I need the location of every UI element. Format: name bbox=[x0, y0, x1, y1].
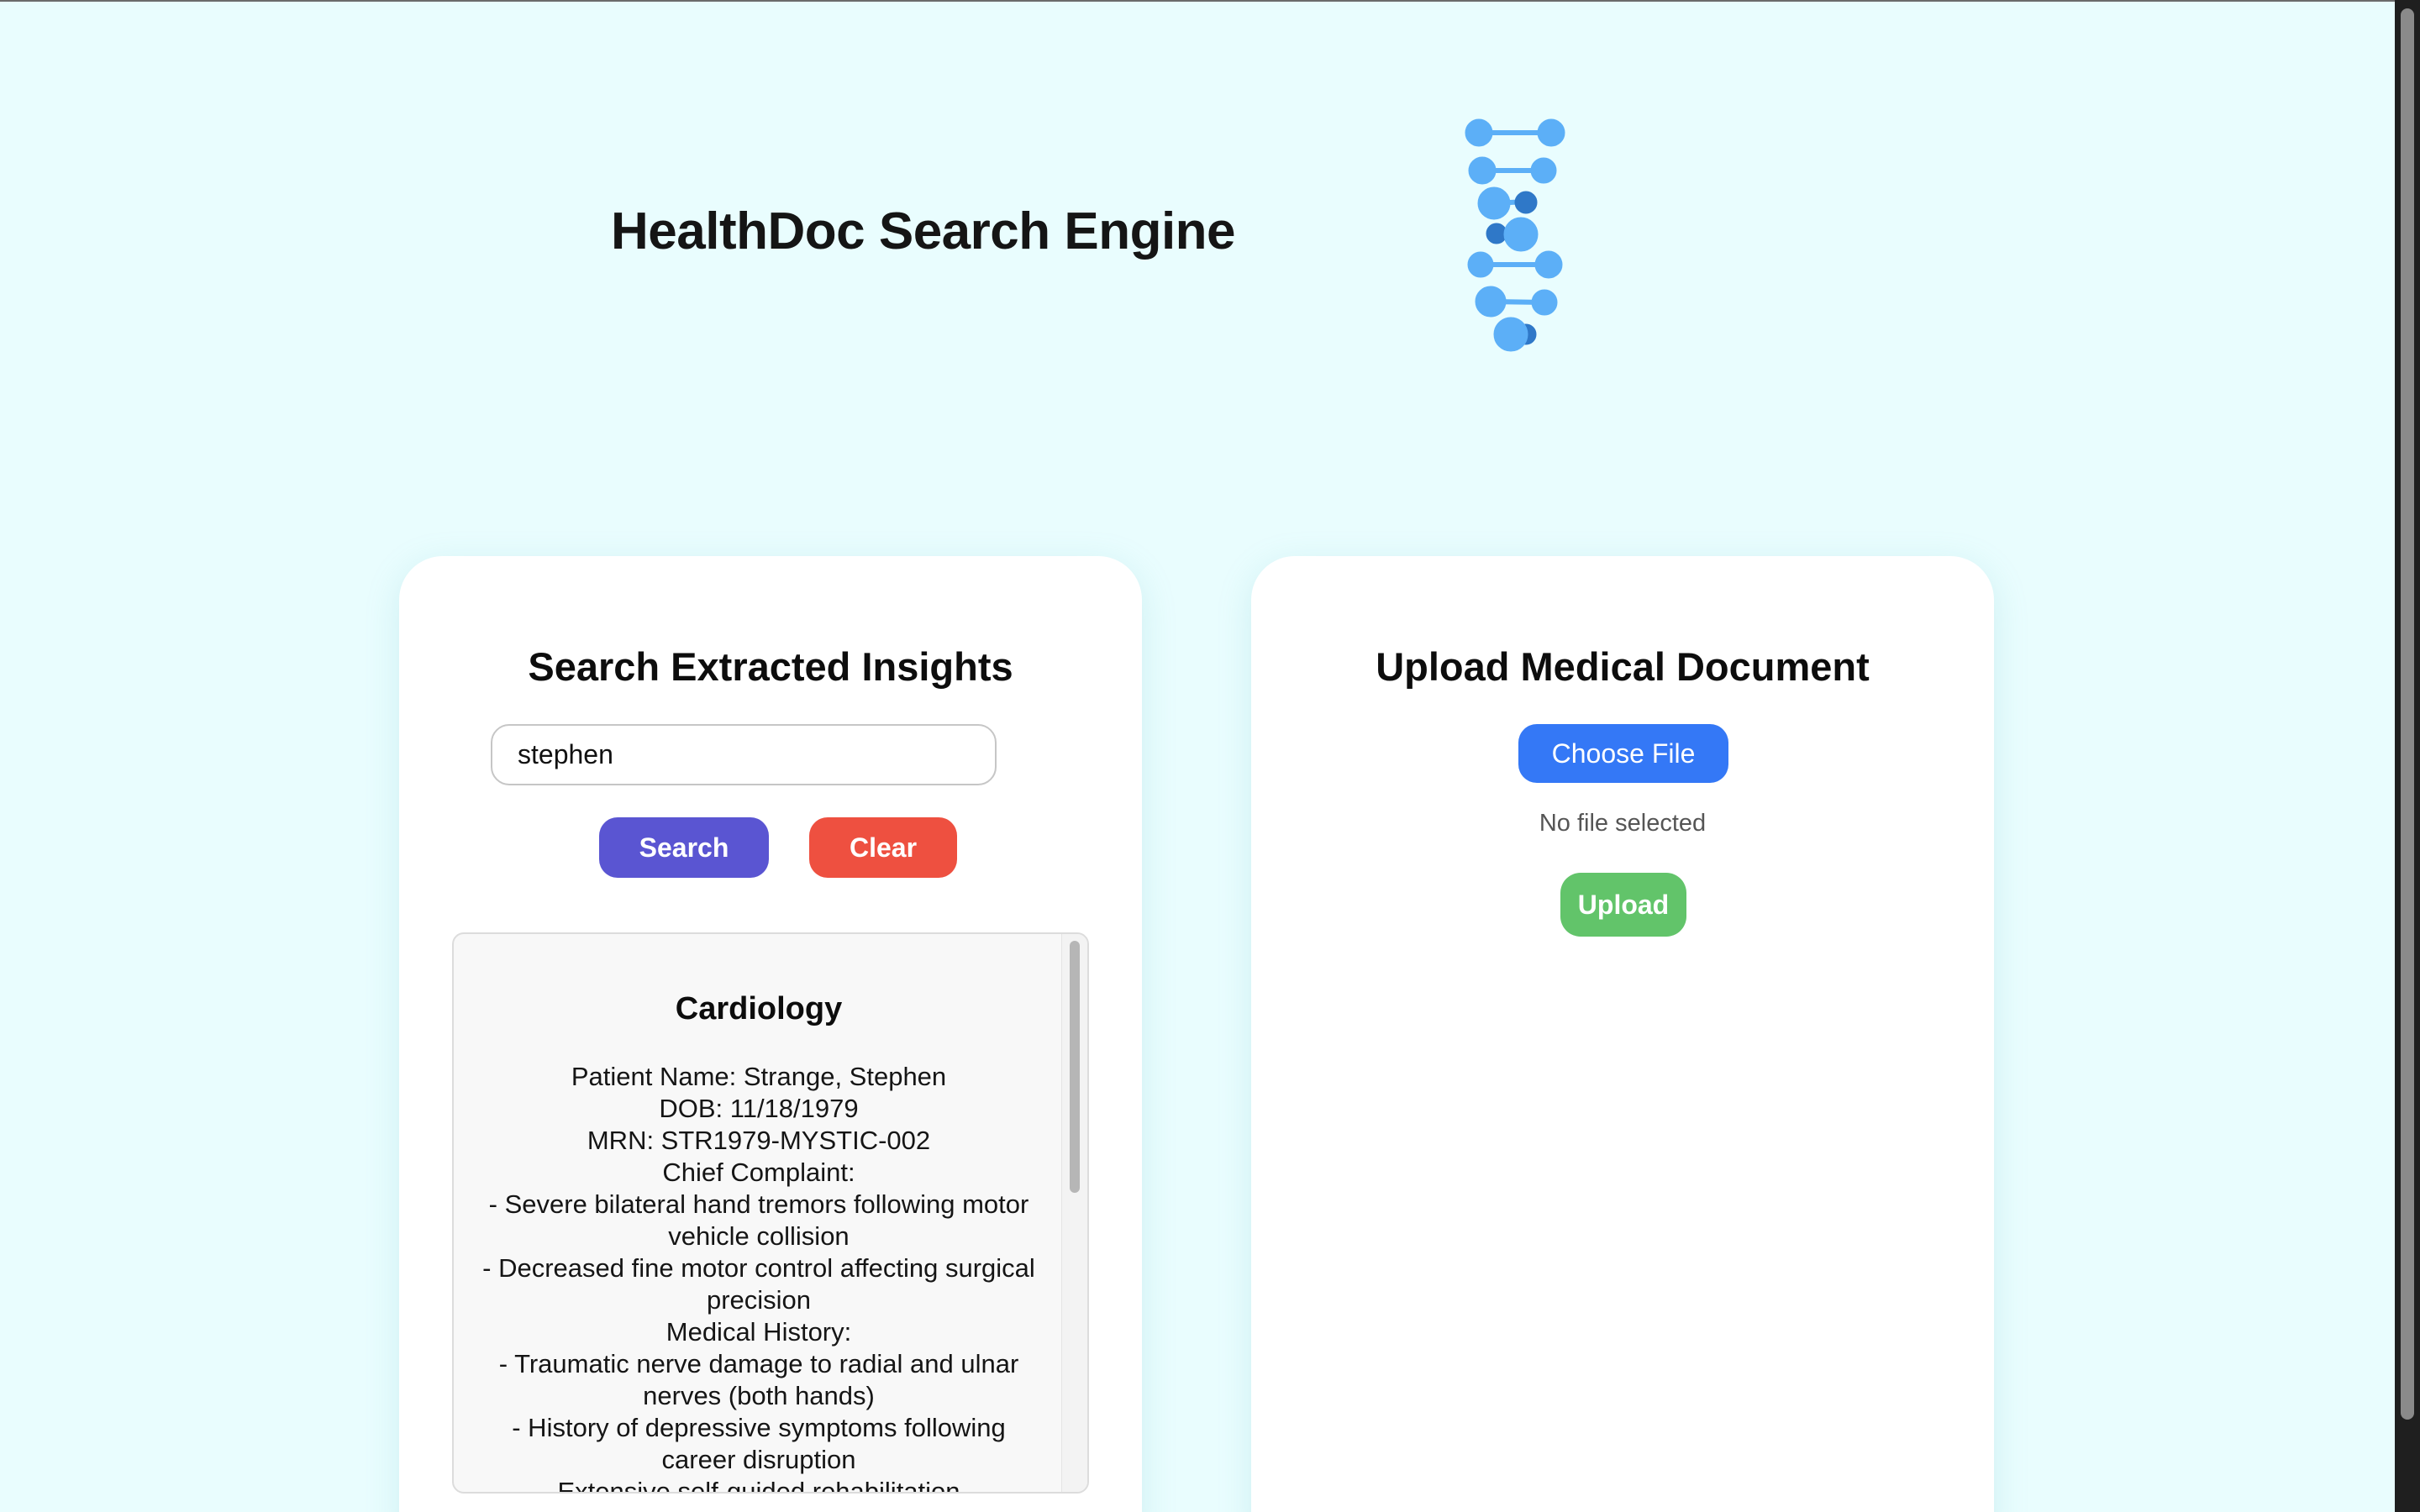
result-line: MRN: STR1979-MYSTIC-002 bbox=[587, 1126, 931, 1155]
dna-icon bbox=[1465, 118, 1565, 352]
search-panel-title: Search Extracted Insights bbox=[528, 644, 1013, 689]
result-line: - Severe bilateral hand tremors followin… bbox=[488, 1189, 1029, 1251]
upload-panel: Upload Medical Document Choose File No f… bbox=[1251, 556, 1994, 1512]
results-scrollbar[interactable] bbox=[1061, 934, 1087, 1492]
results-scrollbar-thumb[interactable] bbox=[1070, 941, 1080, 1193]
result-line: - Decreased fine motor control affecting… bbox=[482, 1253, 1035, 1315]
result-line: - Traumatic nerve damage to radial and u… bbox=[498, 1349, 1019, 1410]
clear-button[interactable]: Clear bbox=[809, 817, 957, 878]
upload-button[interactable]: Upload bbox=[1560, 873, 1686, 937]
result-line: Medical History: bbox=[666, 1317, 852, 1347]
result-line: DOB: 11/18/1979 bbox=[659, 1094, 859, 1123]
result-line: Patient Name: Strange, Stephen bbox=[571, 1062, 947, 1091]
page-scrollbar-thumb[interactable] bbox=[2401, 8, 2414, 1420]
result-line: Chief Complaint: bbox=[662, 1158, 855, 1187]
upload-panel-title: Upload Medical Document bbox=[1376, 644, 1870, 689]
page-title: HealthDoc Search Engine bbox=[611, 202, 1236, 260]
result-line: - History of depressive symptoms followi… bbox=[512, 1413, 1006, 1474]
file-status-text: No file selected bbox=[1539, 810, 1707, 837]
choose-file-button[interactable]: Choose File bbox=[1518, 724, 1728, 783]
search-results-box[interactable]: Cardiology Patient Name: Strange, Stephe… bbox=[452, 932, 1089, 1494]
page-scrollbar[interactable] bbox=[2395, 0, 2420, 1512]
result-heading: Cardiology bbox=[675, 991, 843, 1026]
search-button[interactable]: Search bbox=[599, 817, 769, 878]
result-line: Extensive self-guided rehabilitation bbox=[557, 1477, 960, 1494]
search-panel: Search Extracted Insights Search Clear C… bbox=[399, 556, 1142, 1512]
result-card: Cardiology Patient Name: Strange, Stephe… bbox=[454, 934, 1064, 1494]
window-top-edge bbox=[0, 0, 2420, 2]
search-input[interactable] bbox=[491, 724, 997, 785]
